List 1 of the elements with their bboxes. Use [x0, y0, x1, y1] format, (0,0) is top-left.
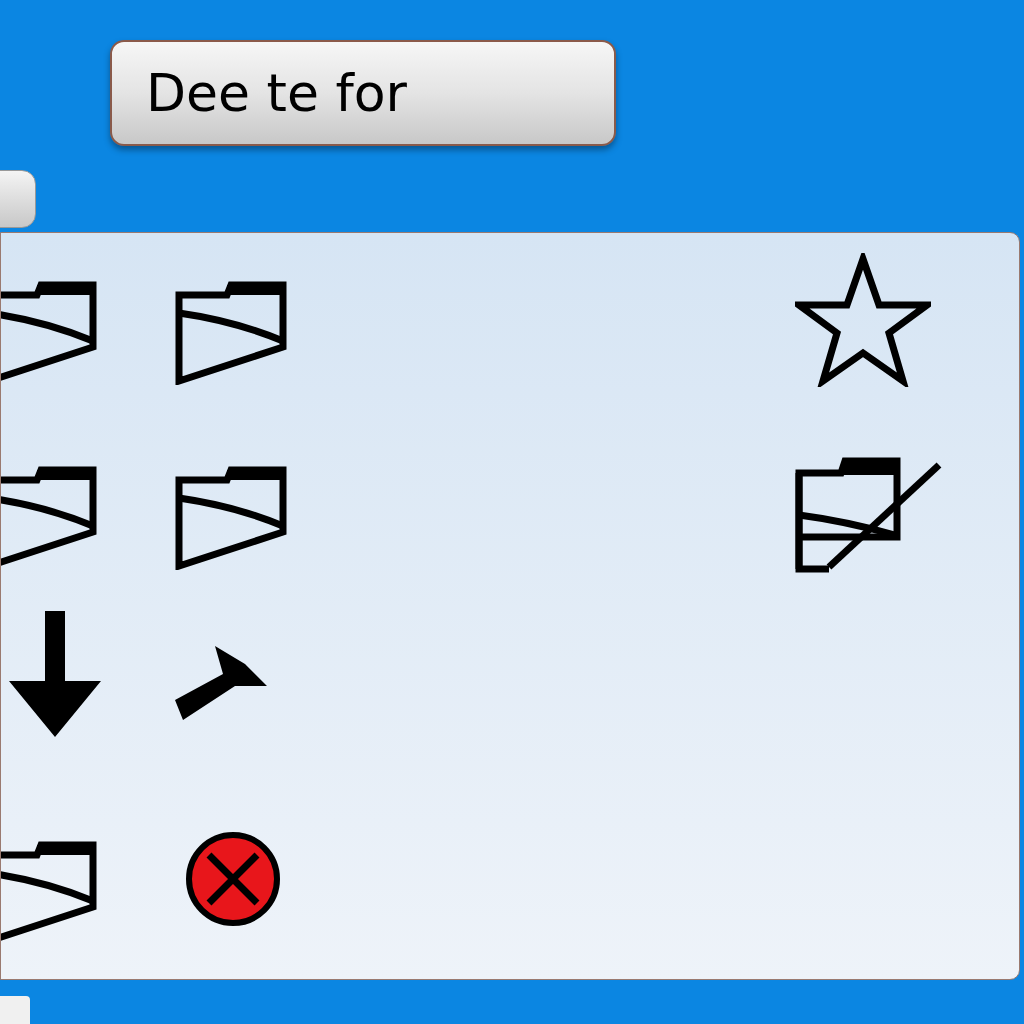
- header-button[interactable]: Dee te for: [110, 40, 616, 146]
